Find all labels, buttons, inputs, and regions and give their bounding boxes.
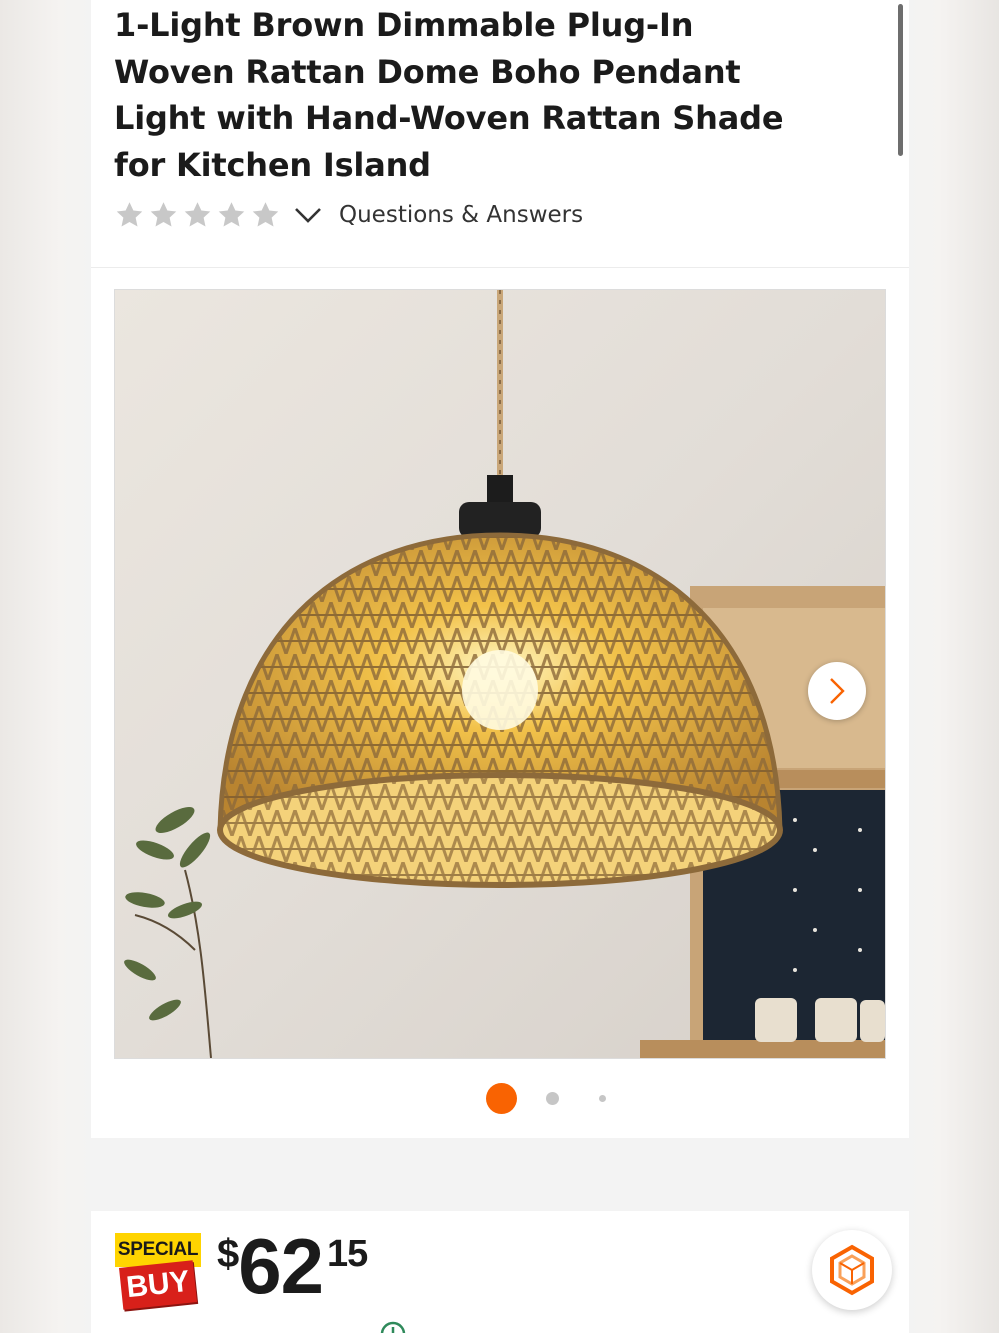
chevron-down-icon[interactable] — [293, 204, 323, 226]
pagination-dot[interactable] — [599, 1094, 606, 1102]
rating-stars[interactable] — [114, 200, 281, 230]
star-icon — [252, 202, 279, 227]
assistant-hexagon-icon — [830, 1244, 874, 1296]
rating-row: Questions & Answers — [114, 197, 583, 233]
partial-icon — [379, 1320, 407, 1333]
divider — [91, 267, 909, 268]
price-card — [91, 1211, 909, 1333]
badge-bottom-text: BUY — [119, 1260, 197, 1310]
scrollbar[interactable] — [898, 4, 903, 156]
pagination-dot[interactable] — [546, 1091, 559, 1105]
star-icon — [150, 202, 177, 227]
price-dollars: 62 — [238, 1222, 324, 1310]
questions-answers-link[interactable]: Questions & Answers — [339, 202, 583, 228]
price-cents: 15 — [327, 1233, 368, 1275]
assistant-button[interactable] — [812, 1230, 892, 1310]
product-image[interactable] — [114, 289, 886, 1059]
chevron-right-icon — [830, 678, 845, 704]
product-title: 1-Light Brown Dimmable Plug-In Woven Rat… — [114, 6, 784, 184]
price-currency: $ — [217, 1232, 239, 1276]
star-icon — [218, 202, 245, 227]
star-icon — [116, 202, 143, 227]
gallery-pagination — [486, 1082, 606, 1114]
special-buy-badge: SPECIAL BUY — [115, 1233, 203, 1313]
price: $ 62 15 — [217, 1222, 368, 1310]
star-icon — [184, 202, 211, 227]
next-image-button[interactable] — [808, 662, 866, 720]
pagination-dot-active[interactable] — [486, 1082, 517, 1114]
